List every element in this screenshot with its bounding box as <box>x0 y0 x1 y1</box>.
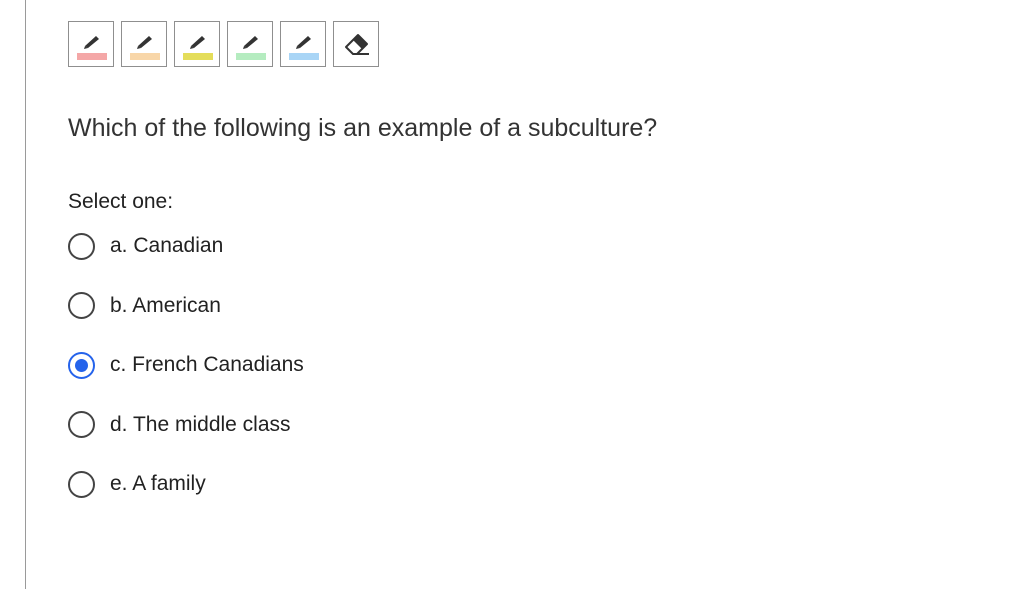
color-swatch <box>236 53 266 60</box>
question-text: Which of the following is an example of … <box>68 114 658 142</box>
pencil-icon <box>137 36 152 49</box>
option-e[interactable]: e. A family <box>68 467 304 501</box>
pencil-icon <box>190 36 205 49</box>
pencil-icon <box>296 36 311 49</box>
annotation-toolbar <box>68 21 379 67</box>
option-c[interactable]: c. French Canadians <box>68 348 304 382</box>
option-a[interactable]: a. Canadian <box>68 229 304 263</box>
eraser-icon <box>345 34 369 55</box>
radio-button[interactable] <box>68 232 95 260</box>
pencil-icon <box>84 36 99 49</box>
radio-button[interactable] <box>68 292 95 319</box>
option-label: c. French Canadians <box>110 353 304 376</box>
color-swatch <box>77 53 107 60</box>
option-b[interactable]: b. American <box>68 289 304 323</box>
color-swatch <box>183 53 213 60</box>
option-label: d. The middle class <box>110 412 291 436</box>
highlighter-yellow-button[interactable] <box>174 21 220 67</box>
option-label: a. Canadian <box>110 234 224 257</box>
option-label: b. American <box>110 293 221 317</box>
color-swatch <box>289 53 319 60</box>
radio-button[interactable] <box>68 470 95 498</box>
select-prompt: Select one: <box>68 190 174 213</box>
left-divider <box>25 0 26 589</box>
color-swatch <box>130 53 160 60</box>
eraser-button[interactable] <box>333 21 379 67</box>
highlighter-green-button[interactable] <box>227 21 273 67</box>
option-label: e. A family <box>110 472 206 495</box>
pencil-icon <box>243 36 258 49</box>
answer-options: a. Canadian b. American c. French Canadi… <box>68 229 304 527</box>
highlighter-peach-button[interactable] <box>121 21 167 67</box>
radio-button[interactable] <box>68 351 95 379</box>
radio-button[interactable] <box>68 411 95 438</box>
option-d[interactable]: d. The middle class <box>68 408 304 442</box>
highlighter-pink-button[interactable] <box>68 21 114 67</box>
highlighter-blue-button[interactable] <box>280 21 326 67</box>
